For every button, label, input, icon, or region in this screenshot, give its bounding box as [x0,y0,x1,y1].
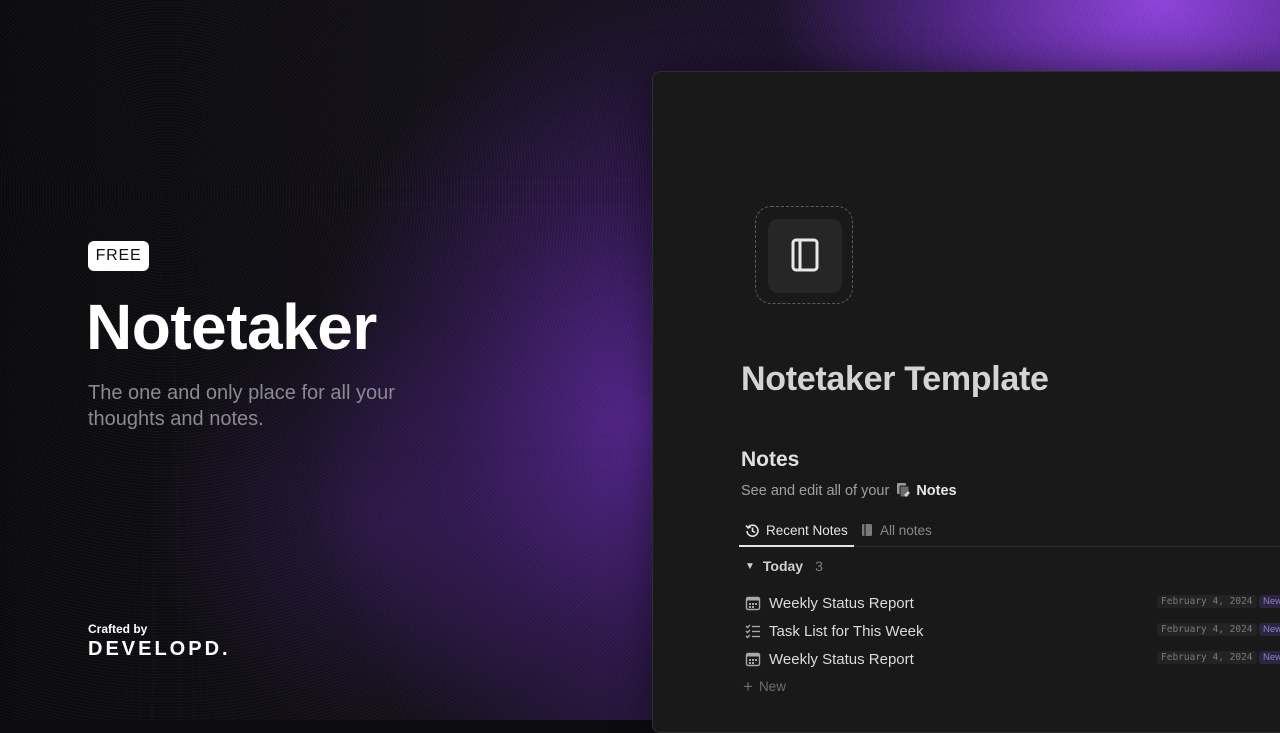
item-title: Task List for This Week [769,622,924,640]
list-item[interactable]: Weekly Status Report February 4, 2024 Ne… [745,590,1280,616]
page-icon-placeholder[interactable] [755,206,853,304]
item-tag: New [1259,595,1280,608]
description-text: See and edit all of your [741,482,890,499]
page-icon-tile [768,219,842,293]
notes-database-icon [897,483,911,498]
hero-subtitle: The one and only place for all your thou… [88,382,395,430]
hero-title: Notetaker [86,291,377,363]
item-title: Weekly Status Report [769,650,914,668]
calendar-icon [745,596,761,611]
new-item-button[interactable]: + New [743,678,786,695]
notes-link-label: Notes [916,482,957,499]
tab-recent-notes-label: Recent Notes [766,522,848,538]
notebook-icon [862,524,872,536]
list-item[interactable]: Task List for This Week February 4, 2024… [745,618,1280,644]
section-description: See and edit all of your Notes [741,482,957,499]
brand-logo: DEVELOPD. [88,638,231,660]
section-title: Notes [741,448,800,471]
item-title: Weekly Status Report [769,594,914,612]
notes-link[interactable]: Notes [895,482,957,499]
item-date: February 4, 2024 [1157,595,1257,608]
history-icon [745,523,759,537]
notion-page-panel: Notetaker Template Notes See and edit al… [652,71,1280,733]
group-header-today[interactable]: ▼ Today 3 [745,558,823,574]
item-date: February 4, 2024 [1157,651,1257,664]
group-label: Today [762,558,804,574]
group-count: 3 [815,558,823,574]
calendar-icon [745,652,761,667]
item-tag: New [1259,623,1280,636]
free-badge: FREE [88,241,149,271]
view-tabs: Recent Notes All notes [739,514,1280,547]
checklist-icon [745,624,760,639]
notebook-icon [791,238,819,272]
item-tag: New [1259,651,1280,664]
item-date: February 4, 2024 [1157,623,1257,636]
page-title: Notetaker Template [741,360,1049,398]
plus-icon: + [743,677,753,696]
list-item[interactable]: Weekly Status Report February 4, 2024 Ne… [745,646,1280,672]
caret-down-icon: ▼ [745,560,755,572]
new-item-label: New [758,679,786,694]
tab-all-notes-label: All notes [880,522,932,538]
crafted-by-label: Crafted by [88,622,148,636]
tab-recent-notes[interactable]: Recent Notes [739,514,854,547]
tab-all-notes[interactable]: All notes [861,514,932,546]
